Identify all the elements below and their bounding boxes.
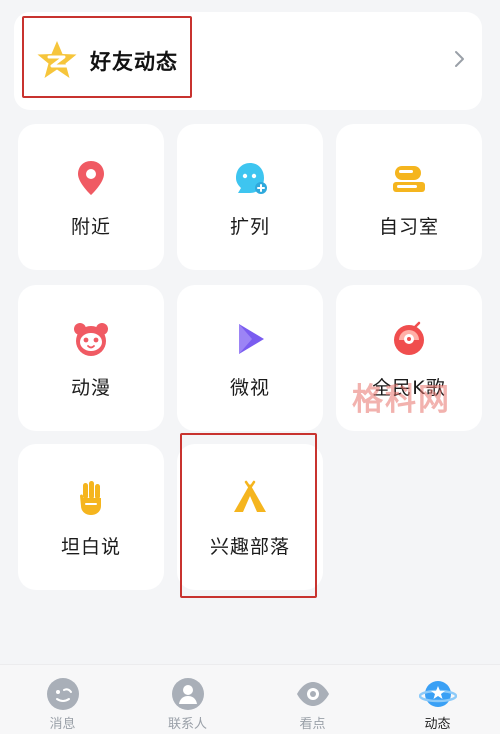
tab-messages[interactable]: 消息 <box>0 665 125 734</box>
tile-label: 微视 <box>229 377 270 399</box>
karaoke-icon <box>394 321 424 355</box>
interest-tribe-highlight-box <box>180 433 317 598</box>
watermark-text: 格科网 <box>352 382 451 418</box>
eye-icon <box>296 682 329 706</box>
tile-label: 自习室 <box>378 216 439 238</box>
tile-weishi[interactable]: 微视 <box>177 285 323 431</box>
friend-feed-highlight-box <box>22 16 192 98</box>
message-icon <box>46 678 79 710</box>
tab-label: 消息 <box>49 717 76 732</box>
tile-label: 坦白说 <box>60 536 121 558</box>
tile-nearby[interactable]: 附近 <box>18 124 164 270</box>
play-video-icon <box>239 324 264 354</box>
tile-study-room[interactable]: 自习室 <box>336 124 482 270</box>
tile-label: 附近 <box>70 216 111 238</box>
tab-feed[interactable]: 动态 <box>375 665 500 734</box>
tile-label: 扩列 <box>229 216 270 238</box>
location-pin-icon <box>78 161 104 195</box>
panda-face-icon <box>74 323 108 356</box>
planet-icon <box>418 681 457 707</box>
tab-kandian[interactable]: 看点 <box>250 665 375 734</box>
tile-confession[interactable]: 坦白说 <box>18 444 164 590</box>
hand-icon <box>80 481 101 515</box>
contacts-icon <box>171 678 204 710</box>
smile-add-icon <box>236 163 267 194</box>
tile-anime[interactable]: 动漫 <box>18 285 164 431</box>
tile-label: 动漫 <box>70 377 111 399</box>
chevron-right-icon <box>455 51 464 67</box>
tab-label: 联系人 <box>167 717 207 732</box>
tab-label: 动态 <box>424 717 451 732</box>
tab-contacts[interactable]: 联系人 <box>125 665 250 734</box>
tile-expand-friends[interactable]: 扩列 <box>177 124 323 270</box>
bottom-tab-bar: 消息 联系人 看点 动态 <box>0 664 500 734</box>
tab-label: 看点 <box>299 717 326 732</box>
study-lamp-icon <box>393 166 425 192</box>
